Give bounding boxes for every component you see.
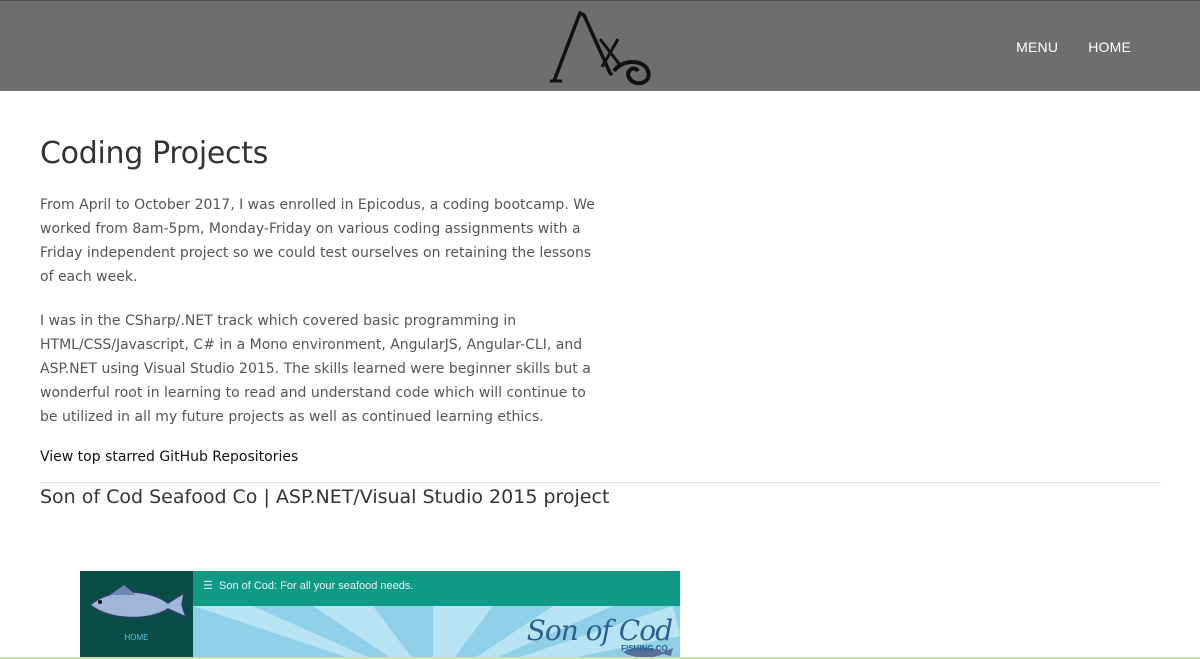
project-thumbnail[interactable]: HOME ☰ Son of Cod: For all your seafood … [80,571,680,659]
thumbnail-tagline: Son of Cod: For all your seafood needs. [219,580,414,592]
thumbnail-topbar: ☰ Son of Cod: For all your seafood needs… [193,571,680,606]
track-paragraph: I was in the CSharp/.NET track which cov… [40,313,591,425]
main-nav: MENU HOME [1016,39,1131,55]
project-title: Son of Cod Seafood Co | ASP.NET/Visual S… [40,486,610,508]
thumbnail-brand: Son of Cod [526,614,673,647]
thumbnail-hero: Son of Cod FISHING CO. [193,606,680,659]
section-divider [40,482,1161,483]
intro-paragraph: From April to October 2017, I was enroll… [40,197,595,285]
thumbnail-brand-sub: FISHING CO. [621,644,670,653]
fish-icon [88,585,188,619]
nav-menu-link[interactable]: MENU [1016,39,1058,55]
site-header: MENU HOME [0,0,1200,91]
page-title: Coding Projects [40,136,269,171]
github-repos-link[interactable]: View top starred GitHub Repositories [40,449,298,465]
nav-home-link[interactable]: HOME [1088,39,1131,55]
logo-icon[interactable] [548,9,656,87]
thumbnail-sidebar: HOME [80,571,193,659]
hamburger-icon: ☰ [203,580,213,592]
thumbnail-home-link: HOME [124,633,149,642]
